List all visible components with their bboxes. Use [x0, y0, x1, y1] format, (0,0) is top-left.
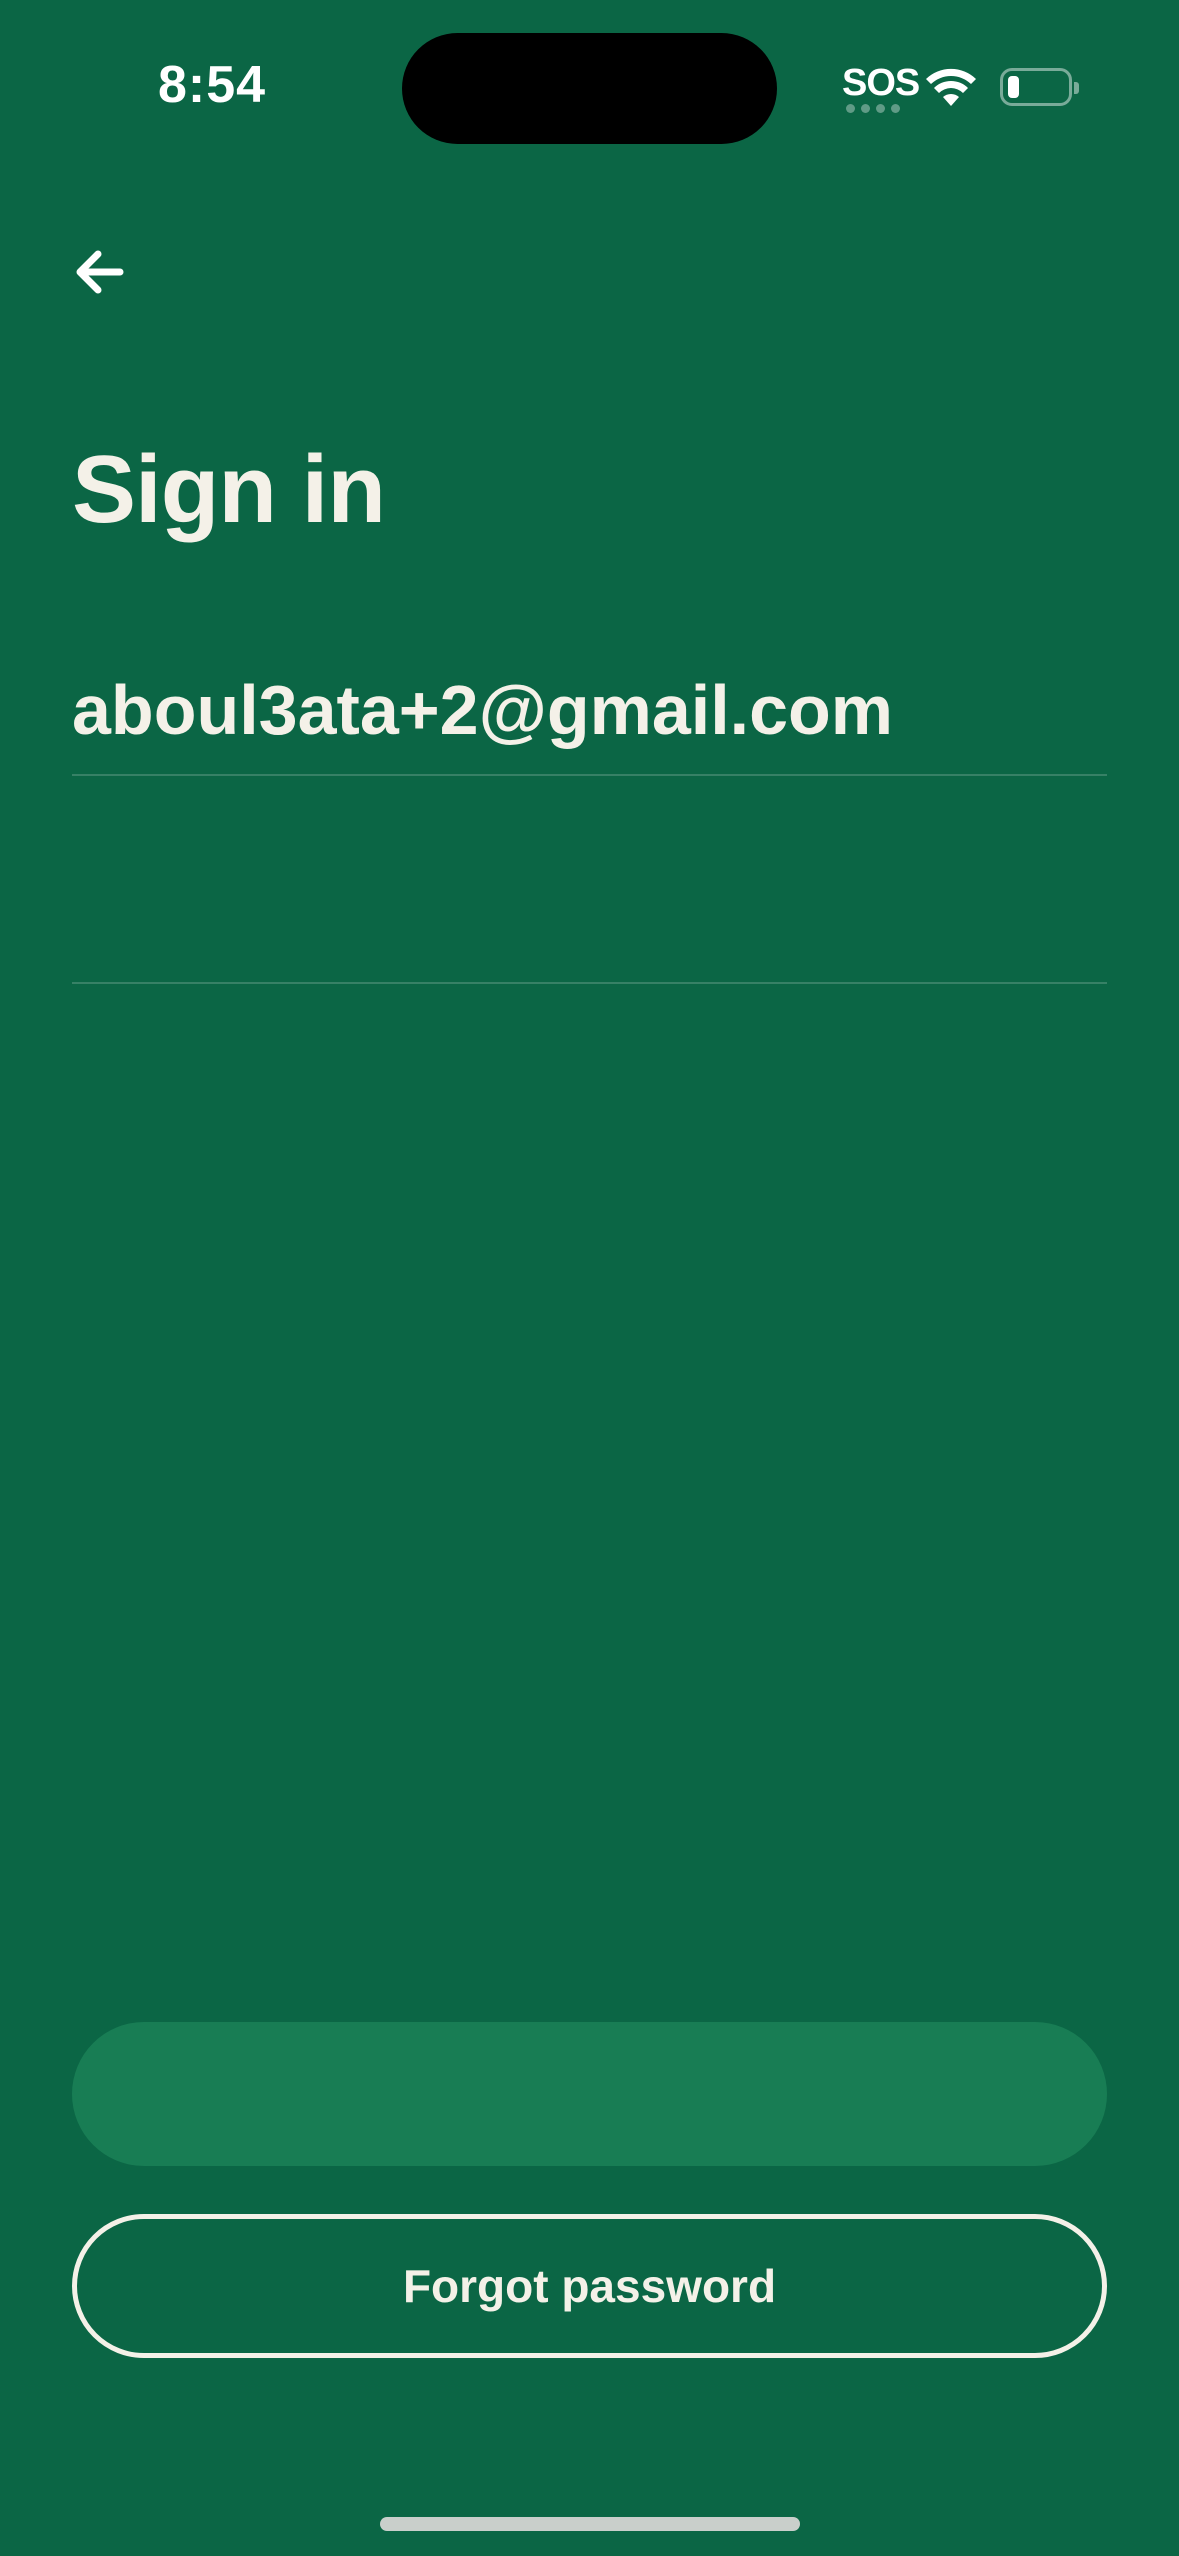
battery-icon — [1000, 68, 1079, 106]
password-input[interactable] — [72, 850, 1111, 942]
forgot-password-button[interactable]: Forgot password — [72, 2214, 1107, 2358]
home-indicator — [380, 2517, 800, 2531]
wifi-icon — [926, 68, 976, 106]
back-button[interactable] — [68, 240, 132, 304]
sign-in-button[interactable] — [72, 2022, 1107, 2166]
status-time: 8:54 — [158, 56, 267, 114]
battery-level — [1008, 76, 1019, 98]
signal-dots-icon — [846, 104, 900, 113]
dynamic-island — [402, 33, 777, 144]
password-field[interactable] — [72, 790, 1111, 984]
arrow-left-icon — [76, 250, 124, 294]
email-value[interactable]: aboul3ata+2@gmail.com — [72, 670, 893, 750]
forgot-password-label: Forgot password — [402, 2260, 777, 2312]
page-title: Sign in — [72, 436, 386, 543]
status-bar: 8:54 SOS — [0, 0, 1179, 170]
email-field[interactable]: aboul3ata+2@gmail.com — [72, 650, 1107, 776]
sos-indicator: SOS — [842, 62, 920, 104]
